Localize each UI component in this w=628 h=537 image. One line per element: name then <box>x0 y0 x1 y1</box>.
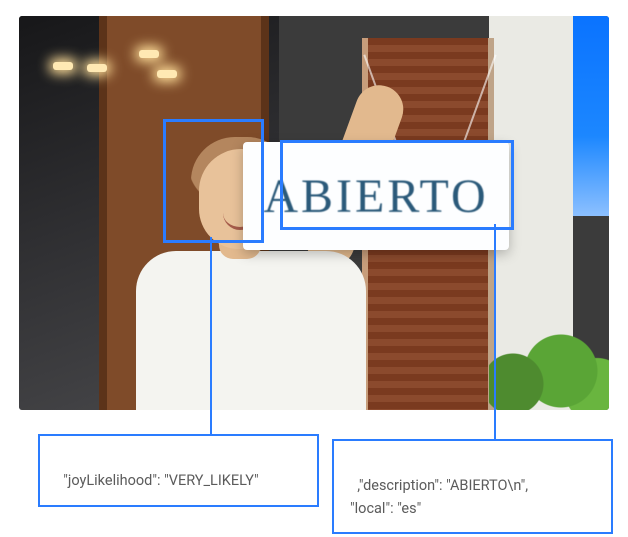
ceiling-light-icon <box>53 62 73 70</box>
plants <box>489 280 609 410</box>
annotated-photo: ABIERTO <box>19 16 609 410</box>
text-detection-callout: ,"description": "ABIERTO\n", "local": "e… <box>332 439 613 534</box>
callout-text: ,"description": "ABIERTO\n", "local": "e… <box>350 477 528 516</box>
face-detection-callout: "joyLikelihood": "VERY_LIKELY" <box>38 434 319 507</box>
open-sign: ABIERTO <box>243 142 509 250</box>
ceiling-light-icon <box>157 70 177 78</box>
callout-leader-line <box>210 237 212 434</box>
ceiling-light-icon <box>139 50 159 58</box>
ceiling-light-icon <box>87 64 107 72</box>
callout-text: "joyLikelihood": "VERY_LIKELY" <box>63 472 258 489</box>
apron <box>136 251 366 410</box>
callout-leader-line <box>494 224 496 439</box>
sign-text: ABIERTO <box>263 169 488 224</box>
